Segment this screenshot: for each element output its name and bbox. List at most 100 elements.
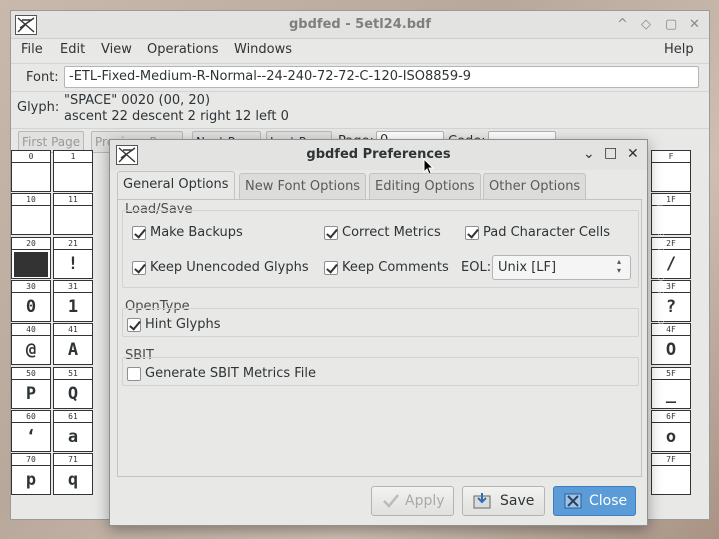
- eol-select-value: Unix [LF]: [498, 260, 557, 275]
- close-icon[interactable]: ✕: [689, 17, 700, 32]
- menu-help[interactable]: Help: [664, 42, 694, 57]
- hint-glyphs-label: Hint Glyphs: [145, 317, 221, 332]
- generate-sbit-checkbox[interactable]: [127, 367, 141, 381]
- glyph-cell[interactable]: 6F o: [651, 409, 691, 452]
- hint-glyphs-checkbox[interactable]: [127, 318, 141, 332]
- glyph-cell-char: A: [67, 340, 79, 361]
- glyph-cell[interactable]: 21!: [53, 236, 93, 279]
- menu-view[interactable]: View: [101, 42, 132, 57]
- glyph-cell-char: a: [67, 426, 79, 447]
- glyph-cell-code: 6F: [652, 411, 690, 423]
- pad-cells-checkbox[interactable]: [465, 226, 479, 240]
- keep-comments-checkbox[interactable]: [324, 261, 338, 275]
- apply-button[interactable]: Apply: [371, 486, 454, 516]
- glyph-cell[interactable]: 1: [53, 150, 93, 192]
- maximize-icon[interactable]: □: [604, 145, 617, 161]
- minimize-icon[interactable]: ⌄: [583, 146, 595, 162]
- glyph-cell-code: 70: [12, 454, 50, 467]
- pad-cells-label: Pad Character Cells: [483, 225, 610, 240]
- glyph-cell-code: 71: [54, 454, 92, 467]
- glyph-cell[interactable]: 10: [11, 193, 51, 236]
- glyph-cell[interactable]: 40 @: [11, 323, 51, 366]
- menu-edit[interactable]: Edit: [60, 42, 85, 57]
- menu-file[interactable]: File: [21, 42, 43, 57]
- correct-metrics-label: Correct Metrics: [342, 225, 441, 240]
- correct-metrics-checkbox[interactable]: [324, 226, 338, 240]
- glyph-cell-char: q: [67, 470, 79, 491]
- glyph-cell-char: 1: [67, 296, 79, 317]
- close-icon[interactable]: ✕: [627, 146, 639, 162]
- glyph-cell[interactable]: 70 p: [11, 453, 51, 496]
- glyph-cell[interactable]: 61 a: [53, 409, 93, 452]
- dialog-titlebar[interactable]: gbdfed Preferences ⌄ □ ✕: [110, 140, 647, 175]
- font-name-field[interactable]: -ETL-Fixed-Medium-R-Normal--24-240-72-72…: [64, 66, 699, 88]
- glyph-info: Glyph: "SPACE" 0020 (00, 20) ascent 22 d…: [11, 91, 709, 127]
- eol-label: EOL:: [461, 260, 492, 275]
- glyph-cell[interactable]: 51 Q: [53, 366, 93, 409]
- glyph-cell-char: 0: [25, 296, 37, 317]
- glyph-cell[interactable]: 5F _: [651, 366, 691, 409]
- window-title: gbdfed - 5etl24.bdf: [289, 17, 431, 32]
- glyph-cell-char: Q: [67, 383, 79, 404]
- tab-new-font-options[interactable]: New Font Options: [239, 173, 367, 199]
- tab-pane-general: Load/Save Make Backups Correct Metrics P…: [117, 199, 642, 477]
- glyph-cell-char: o: [665, 426, 677, 447]
- glyph-cell[interactable]: 60 ‘: [11, 409, 51, 452]
- keep-unencoded-checkbox[interactable]: [132, 261, 146, 275]
- dialog-title: gbdfed Preferences: [306, 147, 451, 162]
- glyph-cell[interactable]: 0: [11, 150, 51, 192]
- minimize-icon[interactable]: ^: [617, 17, 628, 32]
- main-titlebar[interactable]: gbdfed - 5etl24.bdf ^ ◇ ▢ ✕: [11, 11, 709, 39]
- glyph-cell[interactable]: 31 1: [53, 279, 93, 322]
- watermark: screenshots.debian.net: [653, 202, 667, 331]
- glyph-cell[interactable]: 71 q: [53, 453, 93, 496]
- tab-other-options[interactable]: Other Options: [483, 173, 587, 199]
- apply-label: Apply: [405, 493, 445, 509]
- glyph-cell-code: 50: [12, 368, 50, 380]
- glyph-cell-char: @: [25, 340, 37, 361]
- glyph-cell[interactable]: 11: [53, 193, 93, 236]
- glyph-cell[interactable]: 30 0: [11, 279, 51, 322]
- keep-unencoded-label: Keep Unencoded Glyphs: [150, 260, 309, 275]
- glyph-cell[interactable]: 50 P: [11, 366, 51, 409]
- eol-select[interactable]: Unix [LF] ▴ ▾: [492, 255, 631, 280]
- glyph-cell[interactable]: 20: [11, 236, 51, 279]
- glyph-cell-code: 20: [12, 238, 50, 250]
- tab-editing-options[interactable]: Editing Options: [369, 173, 481, 199]
- spin-arrows-icon: ▴ ▾: [617, 257, 622, 275]
- glyph-cell-code: 31: [54, 281, 92, 293]
- checkmark-icon: [383, 494, 399, 508]
- generate-sbit-label: Generate SBIT Metrics File: [145, 366, 316, 381]
- glyph-cell-char: P: [25, 383, 37, 404]
- glyph-cell-code: 7F: [652, 454, 690, 467]
- save-button[interactable]: Save: [462, 486, 545, 516]
- glyph-cell[interactable]: F: [651, 150, 691, 192]
- glyph-cell-code: 60: [12, 411, 50, 423]
- make-backups-checkbox[interactable]: [132, 226, 146, 240]
- glyph-cell-char: ‘: [25, 426, 37, 447]
- glyph-cell-code: 21: [54, 238, 92, 250]
- glyph-cell-code: 51: [54, 368, 92, 380]
- menu-windows[interactable]: Windows: [234, 42, 292, 57]
- preferences-dialog: gbdfed Preferences ⌄ □ ✕ General Options…: [109, 139, 648, 526]
- make-backups-label: Make Backups: [150, 225, 243, 240]
- glyph-cell[interactable]: 7F: [651, 453, 691, 496]
- glyph-cell-char: _: [665, 383, 677, 404]
- glyph-cell-char: O: [665, 340, 677, 361]
- glyph-cell-code: 40: [12, 324, 50, 337]
- glyph-cell[interactable]: 41 A: [53, 323, 93, 366]
- glyph-cell-code: 0: [12, 151, 50, 163]
- maximize-icon[interactable]: ▢: [665, 17, 677, 32]
- restore-icon[interactable]: ◇: [641, 17, 651, 32]
- glyph-metrics: ascent 22 descent 2 right 12 left 0: [64, 109, 289, 124]
- glyph-name: "SPACE" 0020 (00, 20): [64, 93, 211, 108]
- glyph-cell-code: 41: [54, 324, 92, 337]
- menu-operations[interactable]: Operations: [147, 42, 218, 57]
- glyph-cell-char: [14, 251, 48, 277]
- close-button[interactable]: Close: [553, 486, 636, 516]
- glyph-label: Glyph:: [17, 100, 60, 115]
- menubar: File Edit View Operations Windows Help: [11, 42, 709, 62]
- save-icon: [473, 493, 491, 509]
- tab-general-options[interactable]: General Options: [117, 171, 235, 200]
- font-label: Font:: [26, 70, 59, 85]
